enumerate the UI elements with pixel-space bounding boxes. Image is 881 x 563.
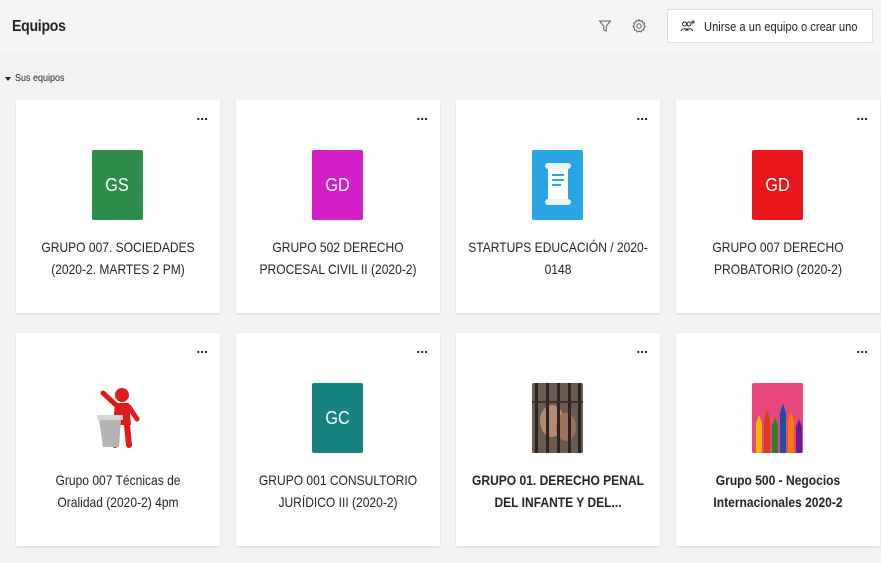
team-avatar: GC [312, 383, 363, 453]
section-label: Sus equipos [15, 73, 65, 84]
speaker-podium-image [96, 388, 139, 448]
more-options-button[interactable]: ... [416, 108, 428, 122]
team-avatar [752, 383, 803, 453]
team-initials: GD [765, 174, 790, 195]
team-card[interactable]: ... Grupo 007 Técnicas de Oralidad (2020-… [16, 333, 220, 546]
team-name: GRUPO 001 CONSULTORIO JURÍDICO III (2020-… [258, 472, 418, 510]
page-title: Equipos [12, 17, 66, 35]
prison-bars-image [532, 383, 583, 453]
team-card[interactable]: ... GRUPO 01. DERECHO PENAL DEL INFANTE Y… [456, 333, 660, 546]
team-card[interactable]: ... GD GRUPO 007 DERECHO PROBATORIO (2020… [676, 100, 880, 313]
team-card[interactable]: ... GS GRUPO 007. SOCIEDADES (2020-2. MAR… [16, 100, 220, 313]
team-name: GRUPO 502 DERECHO PROCESAL CIVIL II (2020… [259, 239, 417, 277]
join-or-create-team-button[interactable]: Unirse a un equipo o crear uno [667, 9, 873, 43]
people-add-icon [680, 20, 695, 32]
team-avatar: GS [92, 150, 143, 220]
team-avatar [92, 383, 143, 453]
colored-pencils-image [752, 383, 803, 453]
settings-button[interactable] [625, 12, 653, 40]
join-button-label: Unirse a un equipo o crear uno [704, 18, 858, 34]
more-options-button[interactable]: ... [196, 341, 208, 355]
filter-button[interactable] [591, 12, 619, 40]
team-initials: GS [105, 174, 130, 195]
header-actions: Unirse a un equipo o crear uno [591, 9, 873, 43]
team-avatar [532, 150, 583, 220]
team-avatar [532, 383, 583, 453]
team-name: GRUPO 007 DERECHO PROBATORIO (2020-2) [712, 239, 844, 277]
team-name: Grupo 500 - Negocios Internacionales 2020… [713, 472, 843, 510]
gear-icon [632, 19, 646, 33]
team-initials: GD [325, 174, 350, 195]
more-options-button[interactable]: ... [856, 108, 868, 122]
app-header: Equipos Unirse a un equipo o crear uno [0, 0, 881, 53]
caret-down-icon [5, 76, 11, 81]
filter-icon [598, 20, 612, 32]
more-options-button[interactable]: ... [196, 108, 208, 122]
team-name: Grupo 007 Técnicas de Oralidad (2020-2) 4… [55, 472, 181, 510]
team-card[interactable]: ... GC GRUPO 001 CONSULTORIO JURÍDICO III… [236, 333, 440, 546]
scroll-icon [544, 163, 571, 205]
team-avatar: GD [312, 150, 363, 220]
team-name: GRUPO 01. DERECHO PENAL DEL INFANTE Y DEL… [472, 472, 644, 510]
more-options-button[interactable]: ... [636, 108, 648, 122]
more-options-button[interactable]: ... [416, 341, 428, 355]
your-teams-section-toggle[interactable]: Sus equipos [5, 73, 70, 84]
team-card[interactable]: ... GD GRUPO 502 DERECHO PROCESAL CIVIL I… [236, 100, 440, 313]
more-options-button[interactable]: ... [856, 341, 868, 355]
team-initials: GC [325, 407, 350, 428]
team-name: GRUPO 007. SOCIEDADES (2020-2. MARTES 2 P… [41, 239, 195, 277]
team-card[interactable]: ... STARTUPS EDUCACIÓN / 2020- 0148 [456, 100, 660, 313]
more-options-button[interactable]: ... [636, 341, 648, 355]
team-avatar: GD [752, 150, 803, 220]
team-name: STARTUPS EDUCACIÓN / 2020- 0148 [468, 239, 648, 277]
team-card[interactable]: ... Grupo 500 - Negocios Internacionales … [676, 333, 880, 546]
